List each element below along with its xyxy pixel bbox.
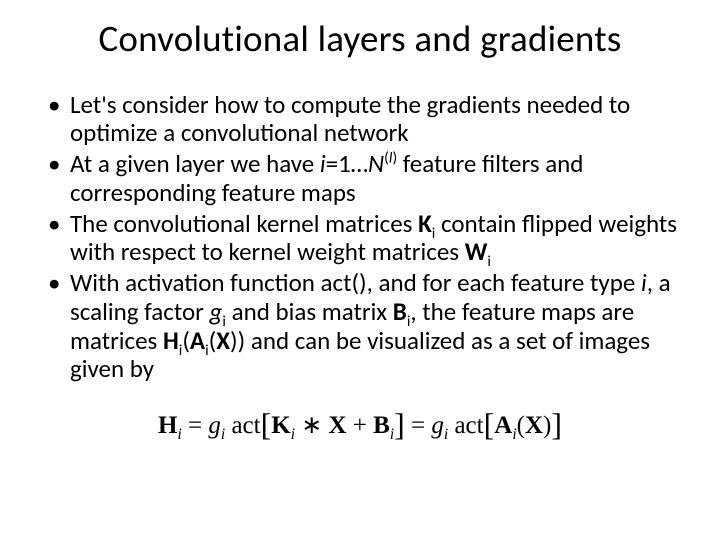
var-N: N xyxy=(368,148,384,179)
bullet-3: The convolutional kernel matrices Ki con… xyxy=(52,210,684,268)
formula: Hi = gi act[Ki ∗ X + Bi] = gi act[Ai(X)] xyxy=(158,406,562,443)
f-act1: act xyxy=(231,412,260,439)
bullet-4-c: and bias matrix xyxy=(226,296,393,327)
matrix-A: A xyxy=(190,325,205,356)
f-g1: g xyxy=(208,412,221,439)
f-B: B xyxy=(373,412,390,439)
f-act2: act xyxy=(454,412,483,439)
f-lb1: [ xyxy=(261,406,272,442)
formula-container: Hi = gi act[Ki ∗ X + Bi] = gi act[Ai(X)] xyxy=(30,406,690,443)
bullet-2-a: At a given layer we have xyxy=(70,148,320,179)
bullet-1: Let's consider how to compute the gradie… xyxy=(52,91,684,149)
f-plus: + xyxy=(347,412,374,439)
slide: Convolutional layers and gradients Let's… xyxy=(0,0,720,540)
bullet-list: Let's consider how to compute the gradie… xyxy=(30,91,690,385)
text-eq: =1… xyxy=(326,148,368,179)
bullet-1-text: Let's consider how to compute the gradie… xyxy=(70,89,630,149)
f-open: ( xyxy=(517,412,525,439)
bullet-3-a: The convolutional kernel matrices xyxy=(70,208,418,239)
f-A: A xyxy=(494,412,512,439)
scalar-g: g xyxy=(210,296,223,327)
paren-close: )) xyxy=(230,325,245,356)
f-K: K xyxy=(271,412,290,439)
matrix-X: X xyxy=(216,325,230,356)
f-g2: g xyxy=(431,412,444,439)
f-X1: X xyxy=(328,412,346,439)
f-lb2: [ xyxy=(484,406,495,442)
matrix-W: W xyxy=(465,236,488,267)
bullet-2: At a given layer we have i=1…N(l) featur… xyxy=(52,150,684,208)
matrix-K: K xyxy=(418,208,432,239)
f-X2: X xyxy=(525,412,543,439)
bullet-4: With activation function act(), and for … xyxy=(52,269,684,384)
paren-open-1: ( xyxy=(182,325,190,356)
f-rb2: ] xyxy=(551,406,562,442)
f-rb1: ] xyxy=(394,406,405,442)
bullet-4-a: With activation function act(), and for … xyxy=(70,267,641,298)
f-eq1: = xyxy=(182,412,209,439)
slide-title: Convolutional layers and gradients xyxy=(30,18,690,61)
f-conv: ∗ xyxy=(295,412,328,439)
matrix-B: B xyxy=(393,296,407,327)
matrix-H: H xyxy=(163,325,179,356)
f-H: H xyxy=(158,412,177,439)
f-eq2: = xyxy=(405,412,432,439)
